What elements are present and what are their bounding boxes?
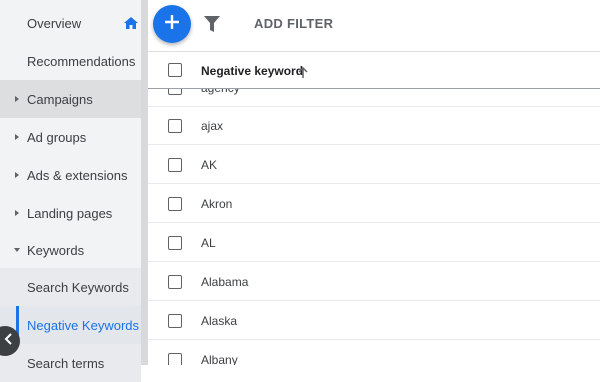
table-header: Negative keyword: [148, 51, 600, 89]
sidebar-divider[interactable]: [141, 0, 148, 365]
sidebar-item-label: Campaigns: [27, 91, 93, 107]
sidebar-item-landing-pages[interactable]: Landing pages: [0, 194, 141, 232]
table-row[interactable]: ajax: [148, 107, 600, 145]
keyword-cell: Alabama: [201, 275, 249, 289]
sidebar-item-search-keywords[interactable]: Search Keywords: [0, 268, 141, 306]
sidebar-item-search-terms[interactable]: Search terms: [0, 344, 141, 382]
sidebar-item-label: Recommendations: [27, 53, 136, 69]
add-button[interactable]: [153, 5, 191, 43]
sidebar-item-label: Landing pages: [27, 205, 113, 221]
row-checkbox[interactable]: [168, 236, 182, 250]
sidebar-item-label: Search terms: [27, 355, 105, 371]
keyword-cell: Akron: [201, 197, 233, 211]
row-checkbox[interactable]: [168, 275, 182, 289]
row-checkbox[interactable]: [168, 89, 182, 95]
row-checkbox[interactable]: [168, 353, 182, 365]
keyword-cell: AK: [201, 158, 218, 172]
sidebar-item-label: Search Keywords: [27, 279, 129, 295]
sidebar-item-overview[interactable]: Overview: [0, 4, 141, 42]
sidebar-item-label: Ad groups: [27, 129, 87, 145]
chevron-right-icon: [15, 210, 19, 216]
sort-up-icon[interactable]: [298, 65, 308, 83]
table-row[interactable]: AK: [148, 146, 600, 184]
table-row[interactable]: Alabama: [148, 263, 600, 301]
chevron-left-icon: [4, 332, 14, 350]
keyword-table-body: agency ajax AK Akron AL Alabama Alaska A…: [148, 89, 600, 365]
chevron-right-icon: [15, 134, 19, 140]
chevron-right-icon: [15, 172, 19, 178]
sidebar-item-negative-keywords[interactable]: Negative Keywords: [0, 306, 141, 344]
table-row[interactable]: Akron: [148, 185, 600, 223]
sidebar-nav: Overview Recommendations Campaigns Ad gr…: [0, 0, 141, 382]
row-checkbox[interactable]: [168, 197, 182, 211]
select-all-checkbox[interactable]: [168, 63, 182, 77]
sidebar-item-label: Negative Keywords: [27, 317, 139, 333]
filter-icon[interactable]: [204, 16, 220, 37]
keyword-cell: agency: [201, 89, 240, 95]
sidebar-item-recommendations[interactable]: Recommendations: [0, 42, 141, 80]
sidebar-item-keywords[interactable]: Keywords: [0, 231, 141, 269]
table-row[interactable]: Alaska: [148, 302, 600, 340]
table-row[interactable]: Albany: [148, 341, 600, 365]
toolbar: ADD FILTER: [148, 0, 600, 50]
sidebar-item-label: Ads & extensions: [27, 167, 128, 183]
home-icon: [124, 17, 138, 32]
keyword-cell: Albany: [201, 353, 238, 365]
row-checkbox[interactable]: [168, 314, 182, 328]
sidebar-item-campaigns[interactable]: Campaigns: [0, 80, 141, 118]
chevron-down-icon: [14, 248, 20, 252]
column-header-negative-keyword[interactable]: Negative keyword: [201, 64, 303, 78]
sidebar-item-ad-groups[interactable]: Ad groups: [0, 118, 141, 156]
row-checkbox[interactable]: [168, 119, 182, 133]
add-icon: [164, 14, 180, 35]
keyword-cell: AL: [201, 236, 216, 250]
table-row[interactable]: agency: [148, 89, 600, 107]
sidebar-item-label: Overview: [27, 15, 82, 31]
keyword-cell: Alaska: [201, 314, 238, 328]
row-checkbox[interactable]: [168, 158, 182, 172]
sidebar-item-label: Keywords: [27, 242, 85, 258]
sidebar-item-ads-extensions[interactable]: Ads & extensions: [0, 156, 141, 194]
add-filter-button[interactable]: ADD FILTER: [254, 16, 333, 31]
table-row[interactable]: AL: [148, 224, 600, 262]
keyword-cell: ajax: [201, 119, 224, 133]
chevron-right-icon: [15, 96, 19, 102]
